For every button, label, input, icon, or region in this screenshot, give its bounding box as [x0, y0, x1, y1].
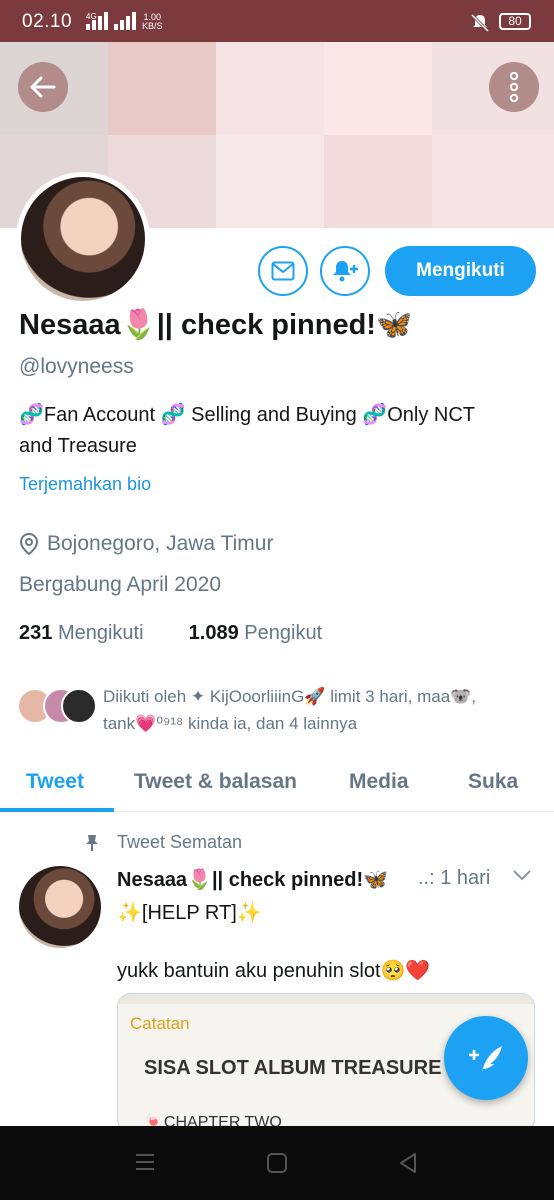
following-label: Mengikuti: [57, 622, 144, 644]
signal-icon-2: [114, 12, 136, 30]
tab-likes[interactable]: Suka: [468, 770, 518, 794]
compose-tweet-button[interactable]: [444, 1016, 528, 1100]
profile-bio: 🧬Fan Account 🧬 Selling and Buying 🧬Only …: [19, 400, 539, 462]
recents-button[interactable]: [134, 1152, 156, 1177]
menu-lines-icon: [136, 1154, 154, 1170]
media-back-label: Catatan: [130, 1014, 190, 1033]
home-button[interactable]: [266, 1152, 288, 1179]
battery-icon: 80: [499, 13, 531, 30]
media-title: SISA SLOT ALBUM TREASURE: [144, 1057, 442, 1079]
mute-icon: [470, 13, 490, 38]
status-time: 02.10: [22, 11, 73, 32]
tab-tweet[interactable]: Tweet: [26, 770, 84, 794]
followed-by-line-2: tank💗⁰⁹¹⁸ kinda ia, dan 4 lainnya: [103, 714, 358, 733]
back-nav-button[interactable]: [397, 1152, 419, 1179]
back-button[interactable]: [18, 62, 68, 112]
tweet-avatar[interactable]: [19, 866, 101, 948]
profile-name: Nesaaa🌷|| check pinned!🦋: [19, 309, 413, 341]
signal-icon: [86, 12, 108, 30]
bio-line-2: and Treasure: [19, 435, 137, 457]
followers-link[interactable]: 1.089 Pengikut: [189, 622, 322, 644]
pin-icon: [86, 834, 98, 851]
follow-counts: 231 Mengikuti 1.089 Pengikut: [19, 622, 322, 645]
avatar-photo: [21, 177, 145, 301]
followers-count: 1.089: [188, 622, 239, 644]
media-status-strip: [118, 994, 534, 1004]
follower-avatar: [61, 688, 97, 724]
system-nav-bar: [0, 1126, 554, 1200]
arrow-left-icon: [30, 76, 56, 98]
triangle-back-icon: [400, 1153, 416, 1173]
following-link[interactable]: 231 Mengikuti: [19, 622, 144, 644]
message-button[interactable]: [258, 246, 308, 296]
profile-location: Bojonegoro, Jawa Timur: [19, 532, 273, 556]
location-pin-icon: [19, 533, 39, 555]
bell-plus-icon: [333, 261, 358, 282]
tweet-text-line-1: ✨[HELP RT]✨: [117, 902, 262, 924]
tweet-author-name[interactable]: Nesaaa🌷|| check pinned!🦋: [117, 867, 388, 892]
square-icon: [267, 1153, 287, 1173]
profile-tabs: Tweet Tweet & balasan Media Suka: [0, 756, 554, 812]
pinned-label: Tweet Sematan: [85, 832, 242, 853]
network-speed: 1.00 KB/S: [142, 13, 163, 31]
joined-date: Bergabung April 2020: [19, 573, 221, 596]
profile-handle: @lovyneess: [19, 355, 134, 378]
network-speed-unit: KB/S: [142, 21, 163, 31]
tab-media[interactable]: Media: [349, 770, 409, 794]
pinned-label-text: Tweet Sematan: [117, 832, 243, 852]
followed-by-avatars[interactable]: [17, 688, 97, 728]
following-button[interactable]: Mengikuti: [385, 246, 536, 296]
chevron-down-icon: [513, 870, 531, 881]
envelope-icon: [271, 261, 295, 281]
tab-tweet-replies[interactable]: Tweet & balasan: [134, 770, 297, 794]
status-bar: 02.10 4G 1.00 KB/S 80: [0, 0, 554, 42]
following-count: 231: [19, 622, 53, 644]
feather-plus-icon: [469, 1046, 502, 1072]
translate-bio-link[interactable]: Terjemahkan bio: [19, 474, 151, 495]
more-options-button[interactable]: [489, 62, 539, 112]
active-tab-indicator: [0, 808, 114, 812]
tweet-menu-button[interactable]: [512, 868, 532, 887]
more-vertical-icon: [509, 72, 519, 102]
tweet-time: ..: 1 hari: [418, 867, 491, 889]
notifications-button[interactable]: [320, 246, 370, 296]
followed-by-line-1: Diikuti oleh ✦ KijOoorliiinG🚀 limit 3 ha…: [103, 687, 477, 706]
location-text: Bojonegoro, Jawa Timur: [47, 532, 274, 555]
followed-by-text[interactable]: Diikuti oleh ✦ KijOoorliiinG🚀 limit 3 ha…: [103, 683, 543, 737]
profile-avatar[interactable]: [16, 172, 150, 306]
bio-line-1: 🧬Fan Account 🧬 Selling and Buying 🧬Only …: [19, 404, 476, 426]
followers-label: Pengikut: [244, 622, 323, 644]
tweet-text-line-2: yukk bantuin aku penuhin slot🥺❤️: [117, 960, 431, 982]
